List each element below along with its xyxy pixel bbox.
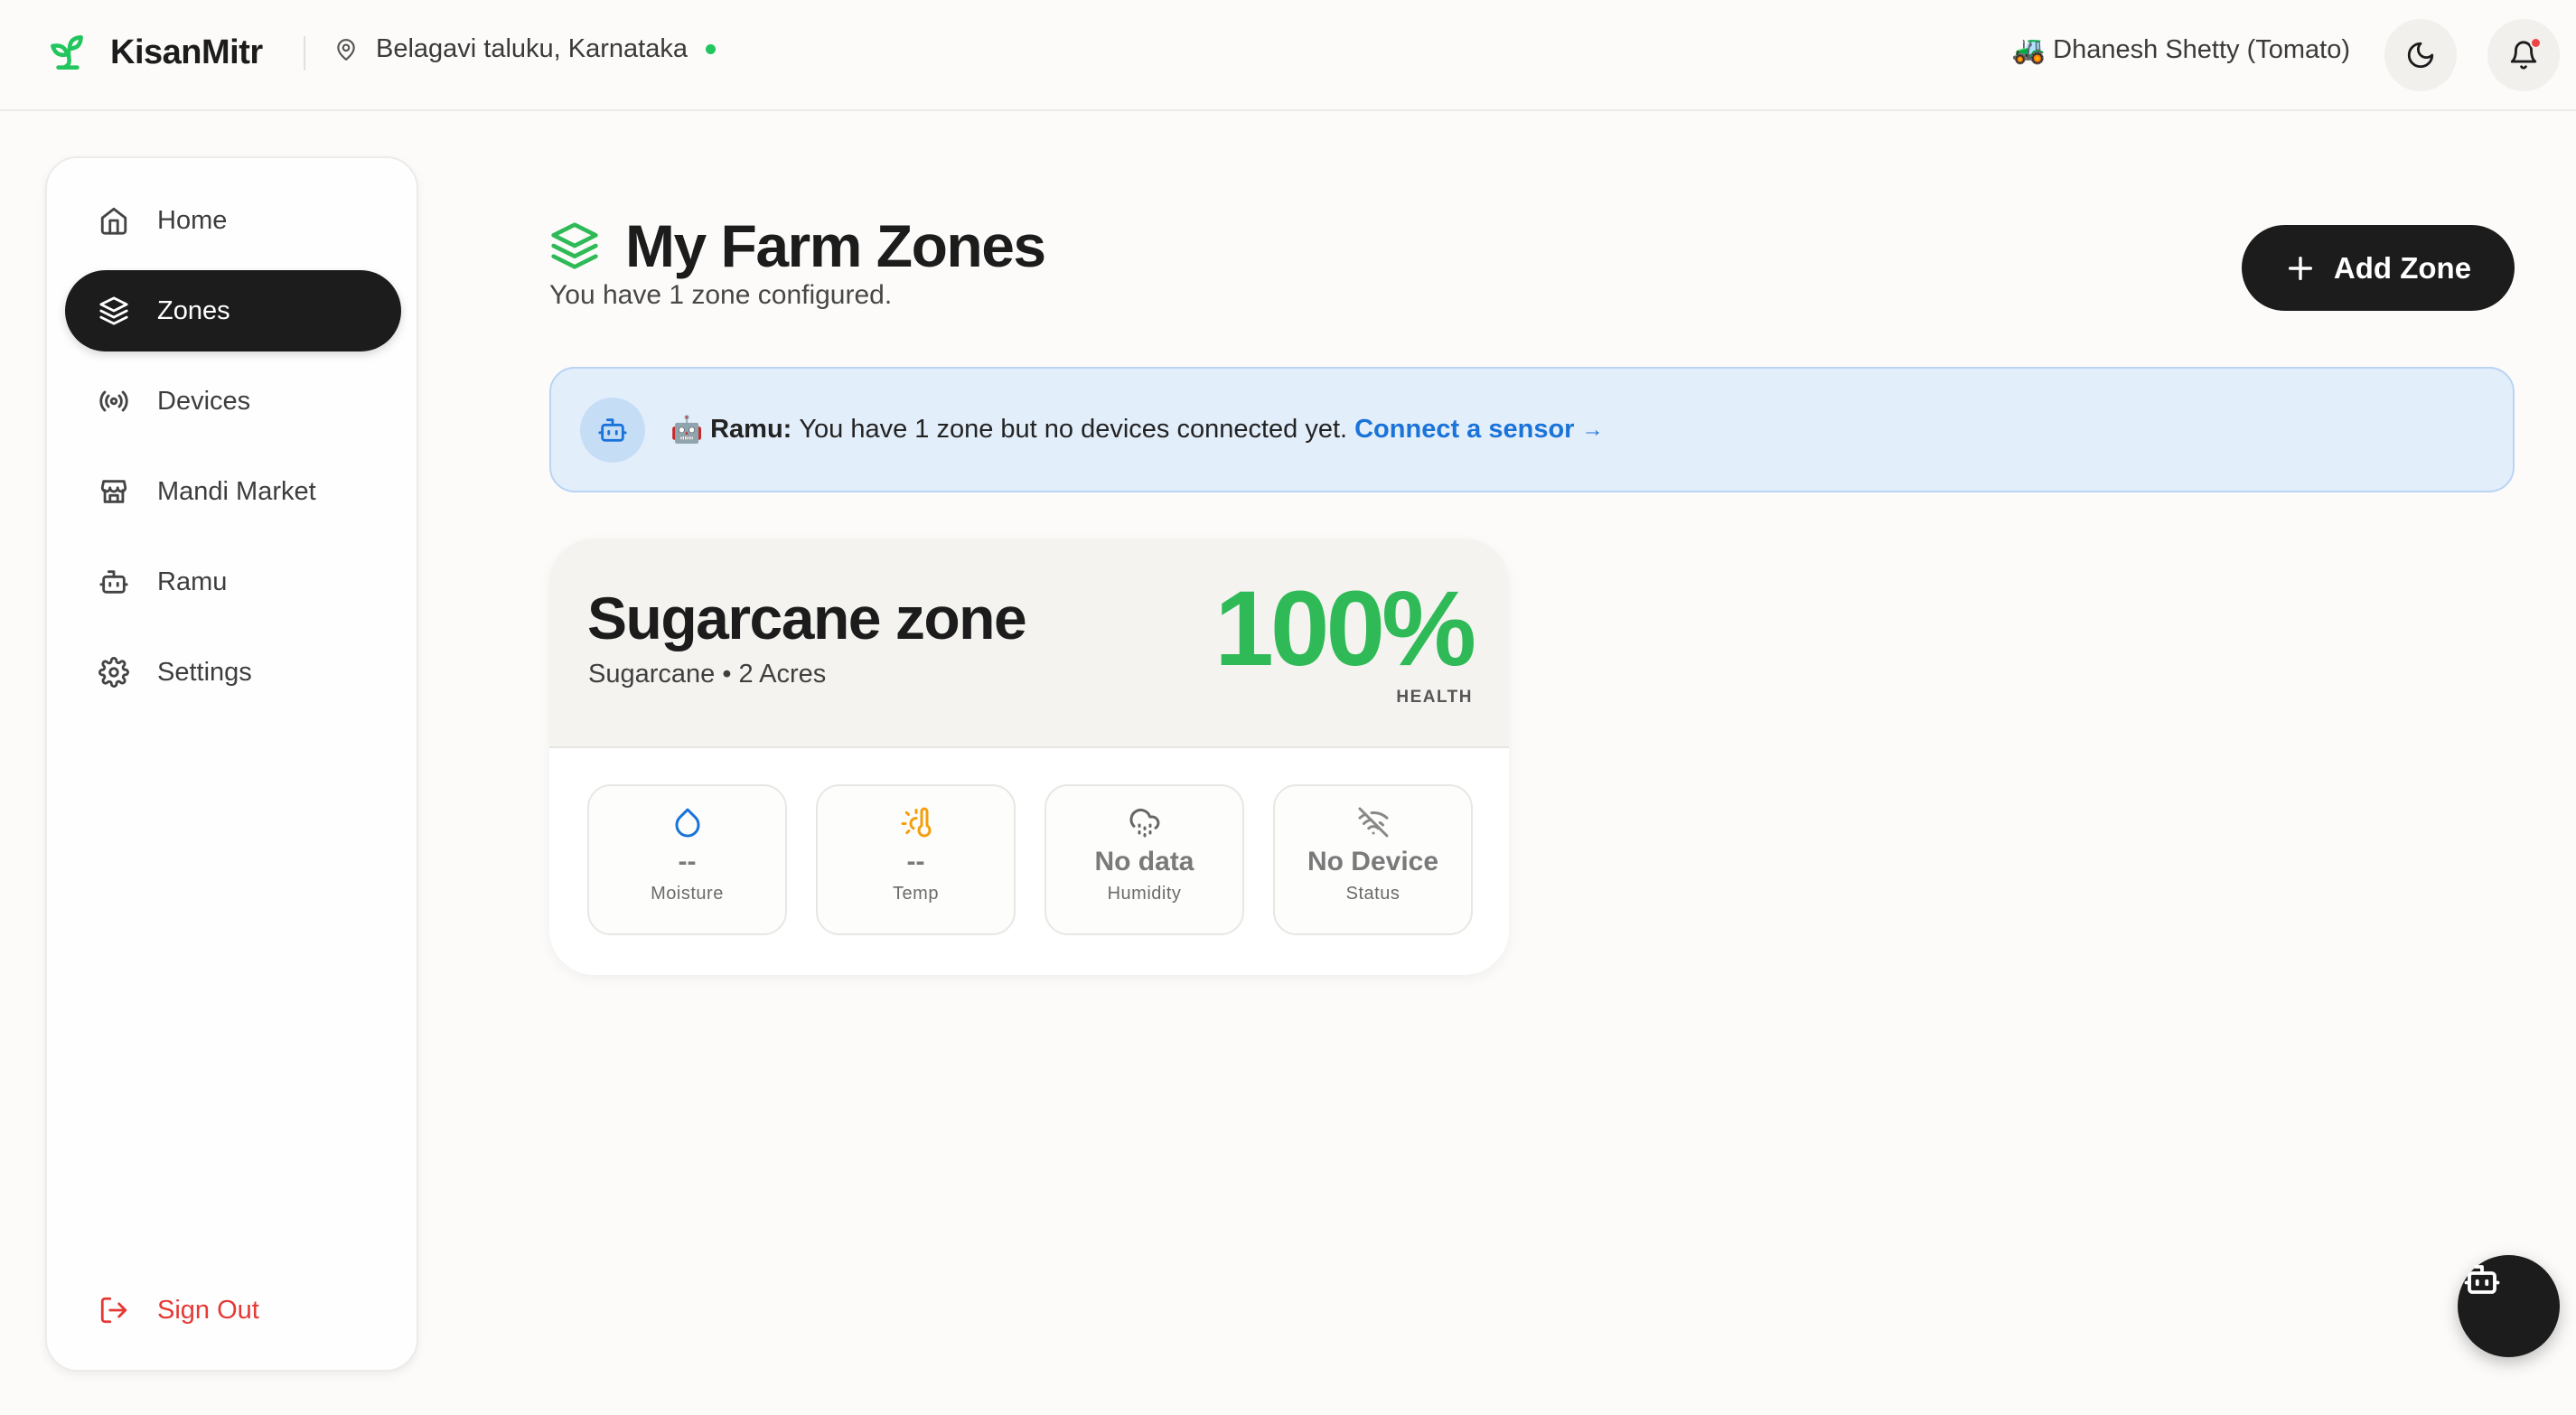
page-title: My Farm Zones <box>625 212 1046 279</box>
connect-sensor-link[interactable]: Connect a sensor <box>1354 415 1574 445</box>
sidebar-item-settings[interactable]: Settings <box>65 632 401 713</box>
zone-health-value: 100% <box>1214 569 1476 689</box>
sprout-logo-icon <box>45 27 90 78</box>
sidebar-item-home[interactable]: Home <box>65 180 401 261</box>
store-icon <box>98 475 130 508</box>
metric-label: Moisture <box>651 884 724 904</box>
layers-icon <box>549 220 600 271</box>
header-divider <box>304 36 305 70</box>
gear-icon <box>98 656 130 689</box>
top-bar: KisanMitr Belagavi taluku, Karnataka 🚜 D… <box>0 0 2576 111</box>
layers-icon <box>98 295 130 327</box>
sign-out-label: Sign Out <box>157 1295 259 1325</box>
sign-out-button[interactable]: Sign Out <box>65 1270 401 1351</box>
user-profile[interactable]: 🚜 Dhanesh Shetty (Tomato) <box>2012 34 2350 66</box>
bot-icon <box>2463 1260 2501 1298</box>
log-out-icon <box>98 1294 130 1326</box>
notifications-button[interactable] <box>2487 19 2560 91</box>
sidebar-item-zones[interactable]: Zones <box>65 270 401 351</box>
wifi-off-icon <box>1357 806 1390 839</box>
cloud-drizzle-icon <box>1129 806 1161 839</box>
zone-card[interactable]: Sugarcane zone Sugarcane • 2 Acres 100% … <box>549 539 1509 975</box>
metric-value: -- <box>678 847 697 876</box>
zone-meta: Sugarcane • 2 Acres <box>588 660 827 689</box>
sidebar-item-mandi-market[interactable]: Mandi Market <box>65 451 401 532</box>
arrow-right-icon[interactable]: → <box>1581 417 1603 443</box>
sidebar-item-ramu[interactable]: Ramu <box>65 541 401 623</box>
sidebar-item-label: Mandi Market <box>157 476 316 506</box>
sidebar-item-label: Devices <box>157 386 251 416</box>
page-subtitle: You have 1 zone configured. <box>549 280 893 310</box>
thermometer-sun-icon <box>900 806 932 839</box>
metric-value: -- <box>906 847 925 876</box>
moon-icon <box>2405 40 2436 70</box>
bot-icon <box>580 397 645 463</box>
brand[interactable]: KisanMitr <box>45 27 263 78</box>
add-zone-label: Add Zone <box>2333 250 2472 285</box>
plus-icon <box>2285 253 2316 284</box>
notification-badge <box>2530 37 2542 49</box>
droplet-icon <box>671 806 704 839</box>
location-text: Belagavi taluku, Karnataka <box>376 34 688 63</box>
metric-temp: -- Temp <box>816 784 1016 935</box>
metric-status: No Device Status <box>1273 784 1473 935</box>
sidebar: Home Zones Devices Mandi Market Ramu Set… <box>45 156 418 1372</box>
robot-emoji-icon: 🤖 <box>670 414 704 445</box>
metric-value: No Device <box>1307 847 1439 876</box>
sidebar-item-label: Zones <box>157 295 230 325</box>
theme-toggle-button[interactable] <box>2384 19 2457 91</box>
home-icon <box>98 204 130 237</box>
sidebar-item-label: Settings <box>157 657 252 687</box>
map-pin-icon <box>334 36 358 63</box>
banner-message: You have 1 zone but no devices connected… <box>799 415 1348 444</box>
sidebar-item-label: Ramu <box>157 567 228 596</box>
online-status-dot <box>706 44 716 54</box>
bot-icon <box>98 566 130 598</box>
banner-sender: Ramu: <box>710 415 792 444</box>
user-name: Dhanesh Shetty (Tomato) <box>2053 35 2350 64</box>
broadcast-icon <box>98 385 130 417</box>
metric-label: Status <box>1345 884 1400 904</box>
metric-humidity: No data Humidity <box>1044 784 1244 935</box>
zone-health-label: HEALTH <box>1396 688 1473 707</box>
sidebar-item-devices[interactable]: Devices <box>65 361 401 442</box>
page-header: My Farm Zones You have 1 zone configured… <box>549 210 1046 311</box>
brand-name: KisanMitr <box>110 33 263 71</box>
ramu-notice-banner: 🤖 Ramu: You have 1 zone but no devices c… <box>549 367 2515 492</box>
sidebar-item-label: Home <box>157 205 228 235</box>
add-zone-button[interactable]: Add Zone <box>2242 225 2515 311</box>
zone-card-header: Sugarcane zone Sugarcane • 2 Acres 100% … <box>549 539 1509 748</box>
zone-name: Sugarcane zone <box>587 585 1027 651</box>
metric-value: No data <box>1094 847 1194 876</box>
metric-label: Humidity <box>1107 884 1182 904</box>
location-selector[interactable]: Belagavi taluku, Karnataka <box>334 34 716 64</box>
metric-moisture: -- Moisture <box>587 784 787 935</box>
tractor-emoji-icon: 🚜 <box>2011 34 2047 66</box>
metric-label: Temp <box>893 884 939 904</box>
ramu-chat-button[interactable] <box>2458 1255 2560 1357</box>
